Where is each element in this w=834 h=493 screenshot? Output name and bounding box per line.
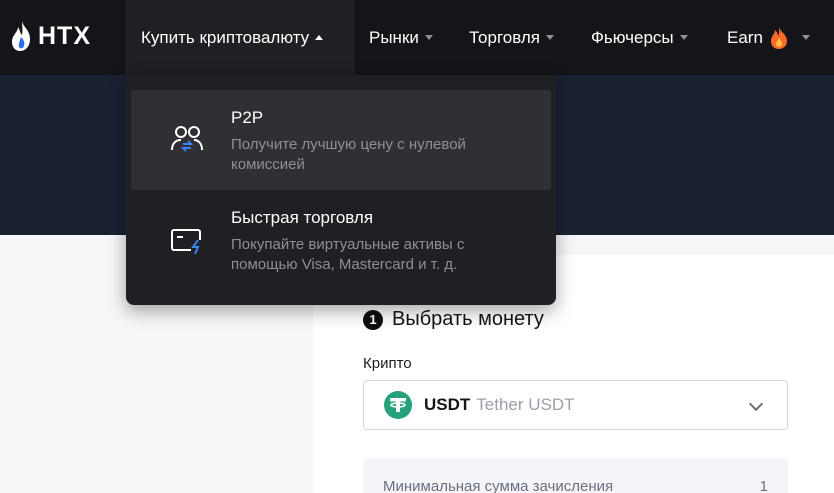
nav-earn-label: Earn (727, 27, 763, 47)
min-amount-box: Минимальная сумма зачисления 1 (363, 458, 788, 493)
menu-item-p2p[interactable]: P2P Получите лучшую цену с нулевой комис… (131, 90, 551, 190)
nav-buy-crypto-label: Купить криптовалюту (141, 27, 310, 47)
fire-icon (770, 26, 787, 49)
nav-markets-label: Рынки (369, 27, 419, 47)
chevron-down-icon (748, 396, 764, 412)
selected-coin-symbol: USDT (424, 395, 471, 414)
menu-item-quick-trade-description: Покупайте виртуальные активы с помощью V… (231, 236, 465, 273)
crypto-select[interactable]: USDT Tether USDT (363, 380, 788, 430)
step-number: 1 (363, 309, 383, 330)
buy-crypto-dropdown: P2P Получите лучшую цену с нулевой комис… (126, 75, 556, 305)
selected-coin-name: Tether USDT (476, 395, 575, 414)
tether-symbol-icon (390, 398, 406, 412)
caret-down-icon (801, 35, 810, 40)
nav-futures[interactable]: Фьючерсы (591, 0, 688, 75)
nav-buy-crypto[interactable]: Купить криптовалюту (126, 0, 354, 75)
crypto-label: Крипто (363, 355, 412, 372)
min-amount-label: Минимальная сумма зачисления (383, 478, 614, 493)
usdt-icon (384, 391, 412, 419)
menu-item-p2p-description: Получите лучшую цену с нулевой комиссией (231, 136, 466, 173)
card-lightning-icon (171, 229, 201, 255)
top-nav: HTX Купить криптовалюту Рынки Торговля Ф… (0, 0, 834, 75)
nav-markets[interactable]: Рынки (369, 0, 433, 75)
min-amount-value: 1 (759, 478, 768, 493)
menu-item-quick-trade-title: Быстрая торговля (231, 208, 374, 227)
caret-down-icon (679, 35, 688, 40)
htx-logo[interactable]: HTX (10, 20, 91, 52)
caret-up-icon (315, 35, 324, 40)
caret-down-icon (546, 35, 555, 40)
flame-logo-icon (12, 21, 30, 51)
nav-futures-label: Фьючерсы (591, 27, 674, 47)
menu-item-quick-trade[interactable]: Быстрая торговля Покупайте виртуальные а… (131, 190, 551, 290)
step-header: 1 Выбрать монету (363, 308, 544, 331)
nav-trade-label: Торговля (469, 27, 541, 47)
caret-down-icon (424, 35, 433, 40)
step-title: Выбрать монету (392, 308, 544, 330)
users-swap-icon (171, 126, 203, 152)
menu-item-p2p-title: P2P (231, 108, 264, 127)
nav-trade[interactable]: Торговля (469, 0, 555, 75)
logo-text: HTX (38, 21, 91, 50)
nav-earn[interactable]: Earn (727, 0, 810, 75)
